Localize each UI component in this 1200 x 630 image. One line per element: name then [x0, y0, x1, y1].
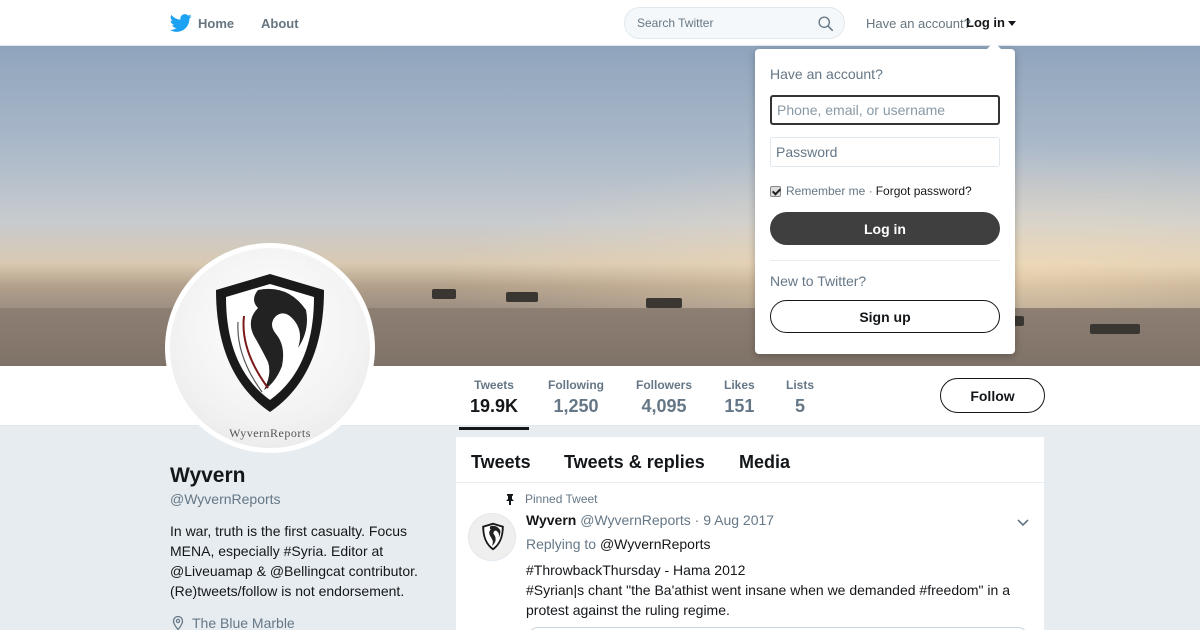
login-dropdown-title: Have an account?	[770, 66, 883, 82]
login-dropdown-toggle[interactable]: Log in	[966, 15, 1016, 30]
tab-tweets-replies[interactable]: Tweets & replies	[564, 452, 705, 473]
stat-tweets[interactable]: Tweets 19.9K	[458, 378, 530, 430]
login-button[interactable]: Log in	[770, 212, 1000, 245]
profile-handle[interactable]: @WyvernReports	[170, 491, 281, 507]
reply-mention-link[interactable]: @WyvernReports	[600, 536, 711, 552]
stat-likes[interactable]: Likes 151	[724, 378, 755, 417]
banner-vehicle	[432, 289, 456, 299]
stat-label: Likes	[724, 378, 755, 392]
stat-following[interactable]: Following 1,250	[548, 378, 604, 417]
chevron-down-icon[interactable]	[1016, 515, 1030, 529]
pinned-label: Pinned Tweet	[525, 492, 598, 506]
wyvern-shield-logo	[216, 274, 324, 412]
tweet-avatar[interactable]	[468, 513, 516, 561]
stat-value: 4,095	[641, 396, 687, 416]
banner-vehicle	[646, 298, 682, 308]
nav-home-link[interactable]: Home	[170, 12, 234, 34]
timeline: Tweets Tweets & replies Media Pinned Twe…	[456, 437, 1044, 630]
timeline-tabs: Tweets Tweets & replies Media	[456, 437, 1044, 483]
profile-bio: In war, truth is the first casualty. Foc…	[170, 523, 418, 599]
have-account-text: Have an account?	[866, 16, 971, 31]
username-field[interactable]	[770, 95, 1000, 125]
tweet-text-line: #ThrowbackThursday - Hama 2012	[526, 562, 746, 578]
profile-avatar[interactable]: WyvernReports	[165, 243, 375, 453]
location-pin-icon	[172, 615, 184, 630]
search-icon[interactable]	[817, 15, 834, 32]
avatar-brand-text: WyvernReports	[229, 426, 311, 440]
stat-label: Tweets	[474, 378, 514, 392]
profile-name[interactable]: Wyvern	[170, 464, 245, 488]
search-input[interactable]	[625, 8, 805, 38]
tweet-author-name[interactable]: Wyvern	[526, 512, 576, 528]
wyvern-shield-logo	[482, 522, 504, 551]
top-nav-bar: Home About Have an account? Log in	[0, 0, 1200, 46]
login-link-label: Log in	[966, 15, 1005, 30]
stat-lists[interactable]: Lists 5	[786, 378, 814, 417]
stat-value: 151	[724, 396, 755, 416]
banner-vehicle	[1090, 324, 1140, 334]
password-field[interactable]	[770, 137, 1000, 167]
tweet[interactable]: Pinned Tweet Wyvern @WyvernReports · 9 A…	[456, 483, 1044, 630]
tweet-author-handle[interactable]: @WyvernReports	[580, 512, 691, 528]
stat-label: Following	[548, 378, 604, 392]
avatar-image: WyvernReports	[170, 248, 370, 448]
tweet-text-line: #Syrian|s chant "the Ba'athist went insa…	[526, 582, 1010, 618]
stat-value: 19.9K	[470, 396, 519, 416]
twitter-bird-icon	[170, 14, 192, 32]
stat-label: Lists	[786, 378, 815, 392]
pinned-indicator: Pinned Tweet	[504, 492, 598, 506]
stat-followers[interactable]: Followers 4,095	[636, 378, 692, 417]
remember-me-row: Remember me · Forgot password?	[770, 184, 972, 198]
remember-me-checkbox[interactable]	[770, 185, 781, 197]
forgot-password-link[interactable]: Forgot password?	[876, 184, 972, 198]
tweet-replying-to: Replying to @WyvernReports	[526, 536, 711, 552]
profile-location: The Blue Marble	[170, 615, 295, 630]
banner-vehicle	[506, 292, 538, 302]
tweet-text: #ThrowbackThursday - Hama 2012 #Syrian|s…	[526, 560, 1026, 620]
profile-location-text: The Blue Marble	[192, 615, 295, 630]
stat-value: 1,250	[553, 396, 599, 416]
replying-to-label: Replying to	[526, 536, 597, 552]
follow-button[interactable]: Follow	[940, 378, 1045, 413]
login-dropdown: Have an account? Remember me · Forgot pa…	[755, 42, 1015, 354]
dropdown-divider	[770, 260, 1000, 261]
tweet-header: Wyvern @WyvernReports · 9 Aug 2017	[526, 512, 774, 528]
pin-icon	[506, 494, 514, 505]
tab-tweets[interactable]: Tweets	[471, 452, 531, 473]
tweet-date[interactable]: · 9 Aug 2017	[695, 512, 774, 528]
stat-label: Followers	[636, 378, 693, 392]
stat-value: 5	[795, 396, 806, 416]
search-box	[624, 7, 845, 39]
remember-me-label[interactable]: Remember me ·	[786, 184, 873, 198]
new-to-twitter-text: New to Twitter?	[770, 273, 867, 289]
signup-button[interactable]: Sign up	[770, 300, 1000, 333]
nav-home-label: Home	[198, 15, 235, 31]
caret-down-icon	[1008, 21, 1016, 27]
tab-media[interactable]: Media	[739, 452, 790, 473]
nav-about-link[interactable]: About	[261, 16, 299, 31]
